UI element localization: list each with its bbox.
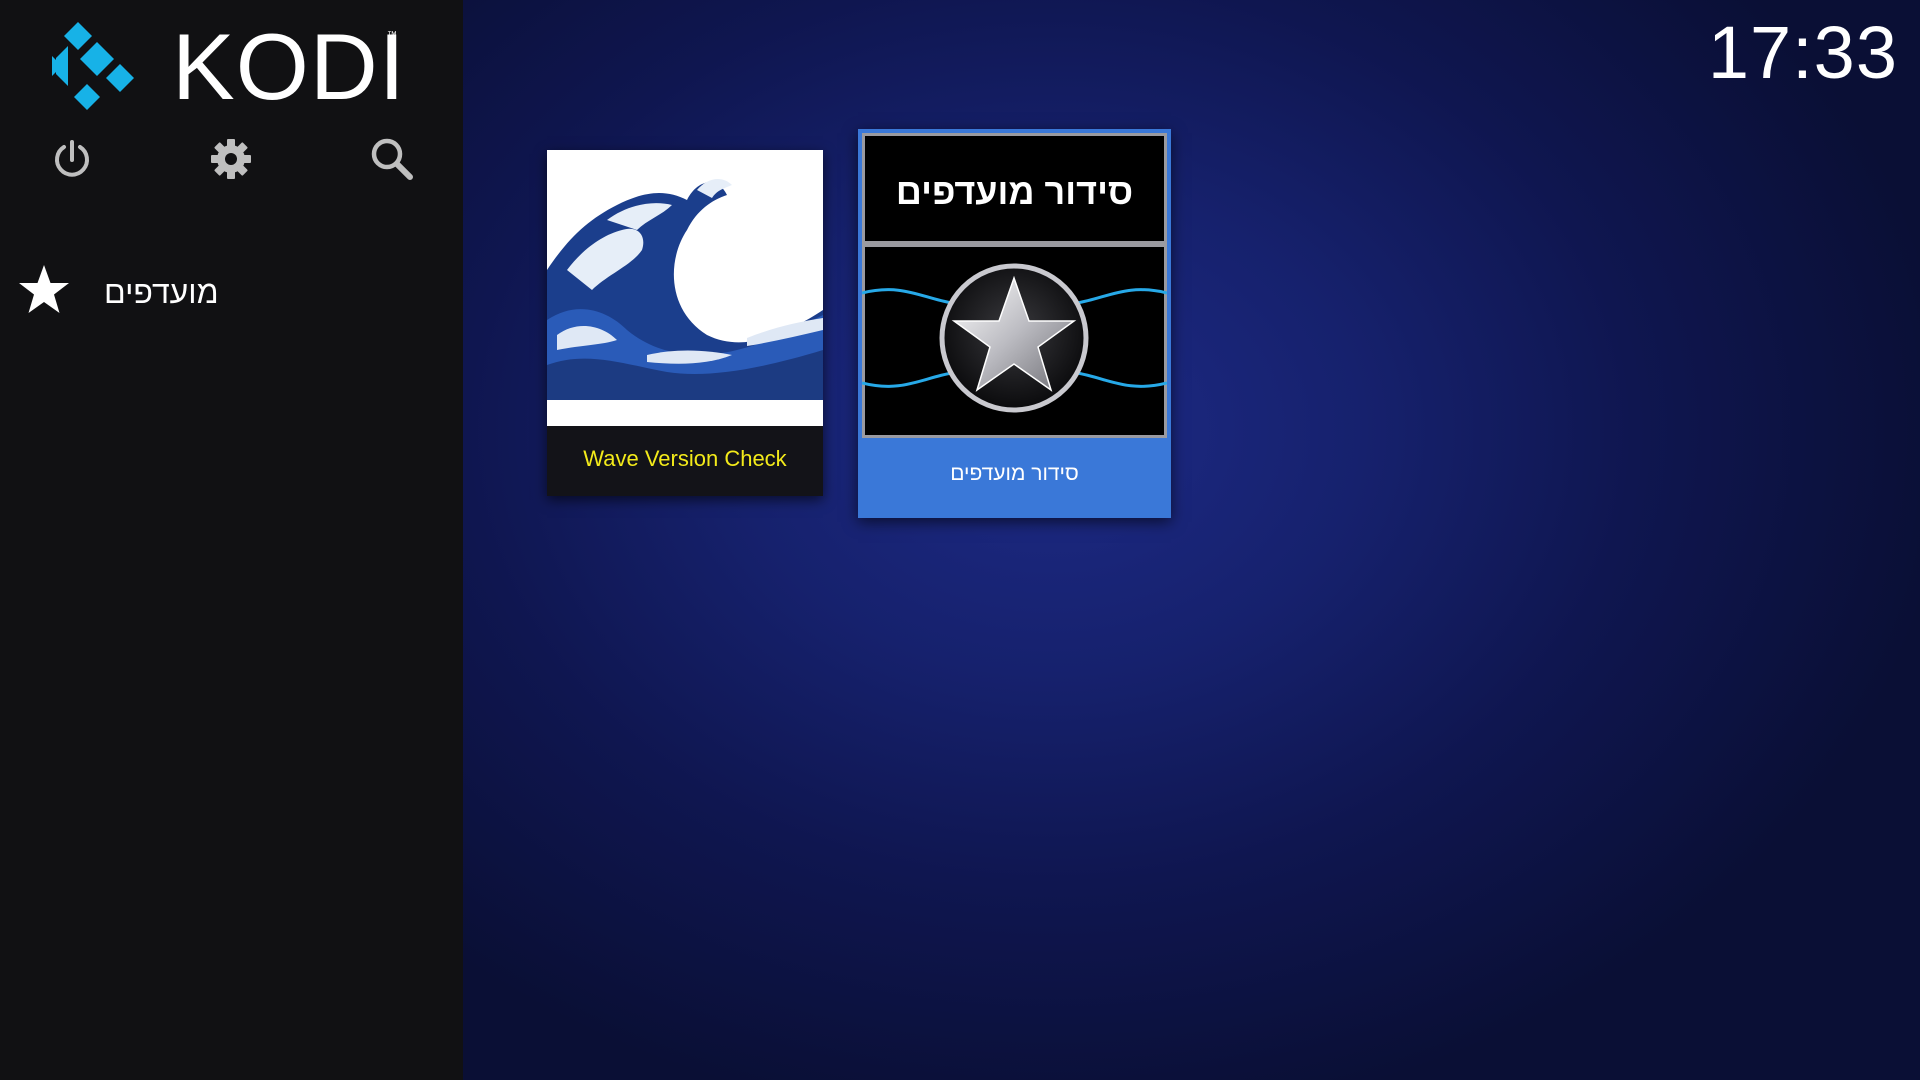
favourite-tile-sort-favourites[interactable]: סידור מועדפים סידור מועדפים <box>858 129 1171 518</box>
star-icon <box>19 265 69 313</box>
search-button[interactable] <box>367 134 417 184</box>
settings-button[interactable] <box>206 134 256 184</box>
sidebar-item-favourites[interactable]: מועדפים <box>0 255 463 325</box>
thumbnail-title: סידור מועדפים <box>895 171 1134 212</box>
power-icon <box>55 140 89 177</box>
sidebar-toolbar <box>0 134 463 184</box>
sidebar-item-label: מועדפים <box>104 274 219 310</box>
kodi-home-screen: KODI ™ מועדפים 17:33 Wave Version Check … <box>0 0 1920 1080</box>
wave-image <box>547 150 823 426</box>
kodi-logo-icon <box>52 22 134 110</box>
trademark-symbol: ™ <box>387 30 397 41</box>
kodi-logo: KODI ™ <box>42 14 405 114</box>
clock: 17:33 <box>1707 11 1898 94</box>
favourite-caption: Wave Version Check <box>583 446 787 471</box>
search-icon <box>371 138 413 180</box>
sidebar-menu: מועדפים <box>0 255 463 325</box>
sidebar: KODI ™ מועדפים <box>0 0 463 1080</box>
favourite-tile-wave-version-check[interactable]: Wave Version Check <box>547 150 823 496</box>
favourite-caption: סידור מועדפים <box>950 462 1079 485</box>
kodi-wordmark: KODI <box>172 14 406 119</box>
gear-icon <box>211 139 251 179</box>
sort-favourites-thumbnail: סידור מועדפים <box>862 133 1167 438</box>
power-button[interactable] <box>47 134 97 184</box>
wave-thumbnail <box>547 150 823 426</box>
